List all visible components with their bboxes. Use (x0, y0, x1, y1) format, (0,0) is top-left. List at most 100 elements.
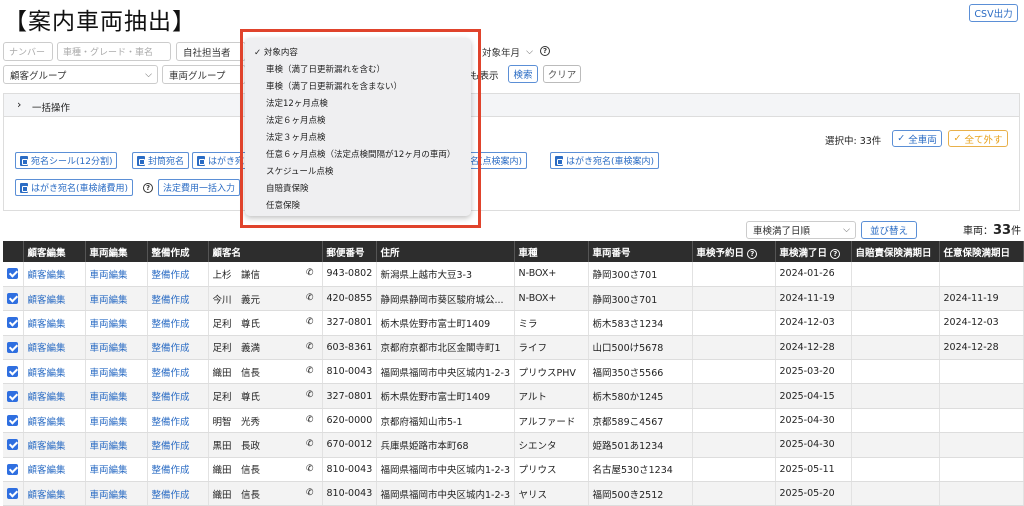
dropdown-item-legal-3m[interactable]: 法定３ヶ月点検 (266, 131, 326, 143)
help-icon[interactable]: ? (540, 46, 550, 56)
phone-icon[interactable]: ✆ (306, 390, 314, 400)
phone-icon[interactable]: ✆ (306, 268, 314, 278)
vehicle-count: 車両：33件 (963, 222, 1021, 238)
dropdown-item-optional-6m[interactable]: 任意６ヶ月点検（法定点検間隔が12ヶ月の車両） (266, 148, 455, 160)
customer-edit-link[interactable]: 顧客編集 (28, 270, 66, 281)
sort-button[interactable]: 並び替え (861, 221, 917, 239)
phone-icon[interactable]: ✆ (306, 342, 314, 352)
maintenance-create-link[interactable]: 整備作成 (152, 441, 190, 452)
vehicle-edit-link[interactable]: 車両編集 (90, 490, 128, 501)
print-shaken-fee-button[interactable]: はがき宛名(車検諸費用) (15, 179, 134, 196)
staff-select-label: 自社担当者 (183, 47, 231, 59)
target-month-select[interactable]: 対象年月 ⌵ (478, 42, 538, 61)
dropdown-item-optional-insurance[interactable]: 任意保険 (266, 199, 300, 211)
clear-button[interactable]: クリア (543, 65, 581, 83)
customer-edit-link[interactable]: 顧客編集 (28, 490, 66, 501)
maintenance-create-link-cell: 整備作成 (147, 457, 209, 483)
row-checkbox[interactable] (7, 293, 18, 305)
vehicle-edit-link[interactable]: 車両編集 (90, 368, 128, 379)
vehicle-edit-link[interactable]: 車両編集 (90, 319, 128, 330)
customer-edit-link[interactable]: 顧客編集 (28, 417, 66, 428)
maintenance-create-link[interactable]: 整備作成 (152, 319, 190, 330)
dropdown-item-legal-6m[interactable]: 法定６ヶ月点検 (266, 114, 326, 126)
print-address-seal-button[interactable]: 宛名シール(12分割) (15, 152, 118, 169)
phone-icon[interactable]: ✆ (306, 439, 314, 449)
row-checkbox[interactable] (7, 341, 18, 353)
phone-icon[interactable]: ✆ (306, 317, 314, 327)
row-checkbox[interactable] (7, 415, 18, 427)
print-shaken-notice-button[interactable]: はがき宛名(車検案内) (550, 152, 660, 169)
row-checkbox[interactable] (7, 366, 18, 378)
maintenance-create-link[interactable]: 整備作成 (152, 417, 190, 428)
select-all-vehicles-button[interactable]: ✓ 全車両 (892, 130, 942, 147)
deselect-all-button[interactable]: ✓ 全て外す (948, 130, 1008, 147)
vehicle-edit-link[interactable]: 車両編集 (90, 441, 128, 452)
dropdown-item-target-content[interactable]: ✓ 対象内容 (254, 46, 298, 58)
vehicle-edit-link[interactable]: 車両編集 (90, 295, 128, 306)
maintenance-create-link[interactable]: 整備作成 (152, 490, 190, 501)
phone-icon[interactable]: ✆ (306, 464, 314, 474)
customer-edit-link[interactable]: 顧客編集 (28, 392, 66, 403)
phone-icon[interactable]: ✆ (306, 366, 314, 376)
customer-edit-link[interactable]: 顧客編集 (28, 343, 66, 354)
maintenance-create-link[interactable]: 整備作成 (152, 465, 190, 476)
chevron-down-icon: ⌵ (843, 225, 850, 235)
maintenance-create-link[interactable]: 整備作成 (152, 368, 190, 379)
maintenance-create-link[interactable]: 整備作成 (152, 270, 190, 281)
row-checkbox-cell (3, 310, 24, 336)
row-checkbox[interactable] (7, 390, 18, 402)
column-header-maintenance: 整備作成 (147, 241, 209, 262)
car-model-cell: プリウスPHV (514, 359, 589, 385)
print-envelope-button[interactable]: 封筒宛名 (132, 152, 190, 169)
bulk-operation-header[interactable]: › 一括操作 (3, 93, 1020, 117)
dropdown-item-schedule[interactable]: スケジュール点検 (266, 165, 333, 177)
customer-edit-link[interactable]: 顧客編集 (28, 295, 66, 306)
vehicle-edit-link[interactable]: 車両編集 (90, 465, 128, 476)
optional-insurance-date-cell (939, 457, 1024, 483)
customer-name-cell: 明智 光秀 ✆ (208, 408, 323, 434)
dropdown-item-legal-12m[interactable]: 法定12ヶ月点検 (266, 97, 328, 109)
dropdown-item-shaken-excl[interactable]: 車検（満了日更新漏れを含まない） (266, 80, 402, 92)
row-checkbox[interactable] (7, 439, 18, 451)
maintenance-create-link[interactable]: 整備作成 (152, 295, 190, 306)
row-checkbox[interactable] (7, 317, 18, 329)
customer-edit-link-cell: 顧客編集 (23, 481, 86, 506)
vehicle-edit-link[interactable]: 車両編集 (90, 392, 128, 403)
customer-group-select[interactable]: 顧客グループ ⌵ (3, 65, 158, 84)
vehicle-group-select[interactable]: 車両グループ (162, 65, 246, 84)
phone-icon[interactable]: ✆ (306, 415, 314, 425)
pdf-icon (137, 155, 145, 166)
vehicle-edit-link[interactable]: 車両編集 (90, 270, 128, 281)
customer-edit-link[interactable]: 顧客編集 (28, 441, 66, 452)
vehicle-count-value: 33 (993, 223, 1012, 238)
vehicle-edit-link[interactable]: 車両編集 (90, 343, 128, 354)
number-input[interactable]: ナンバー (3, 42, 53, 61)
maintenance-create-link[interactable]: 整備作成 (152, 343, 190, 354)
dropdown-item-shaken-incl[interactable]: 車検（満了日更新漏れを含む） (266, 63, 385, 75)
customer-edit-link[interactable]: 顧客編集 (28, 368, 66, 379)
customer-edit-link[interactable]: 顧客編集 (28, 465, 66, 476)
row-checkbox[interactable] (7, 268, 18, 280)
sort-order-select[interactable]: 車検満了日順 ⌵ (746, 221, 856, 239)
maintenance-create-link[interactable]: 整備作成 (152, 392, 190, 403)
staff-select[interactable]: 自社担当者 (176, 42, 246, 61)
help-icon[interactable]: ? (143, 183, 153, 193)
plate-number-cell: 栃木583さ1234 (588, 310, 693, 336)
car-search-input[interactable]: 車種・グレード・車名 (57, 42, 171, 61)
help-icon[interactable]: ? (830, 248, 841, 259)
legal-fee-bulk-input-button[interactable]: 法定費用一括入力 (158, 179, 241, 196)
vehicle-edit-link[interactable]: 車両編集 (90, 417, 128, 428)
row-checkbox[interactable] (7, 463, 18, 475)
phone-icon[interactable]: ✆ (306, 488, 314, 498)
help-icon[interactable]: ? (747, 248, 758, 259)
search-button[interactable]: 検索 (508, 65, 538, 83)
row-checkbox-cell (3, 457, 24, 483)
address-cell: 京都府京都市北区金閣寺町1 (376, 335, 515, 361)
csv-export-button[interactable]: CSV出力 (969, 4, 1018, 22)
phone-icon[interactable]: ✆ (306, 293, 314, 303)
dropdown-item-compulsory-insurance[interactable]: 自賠責保険 (266, 182, 309, 194)
print-postcard-button[interactable]: はがき宛 (192, 152, 250, 169)
table-row: 顧客編集 車両編集 整備作成 足利 義満 ✆ 603-8361 京都府京都市北区金閣寺町1 ラ… (3, 335, 1024, 361)
customer-edit-link[interactable]: 顧客編集 (28, 319, 66, 330)
row-checkbox[interactable] (7, 488, 18, 500)
